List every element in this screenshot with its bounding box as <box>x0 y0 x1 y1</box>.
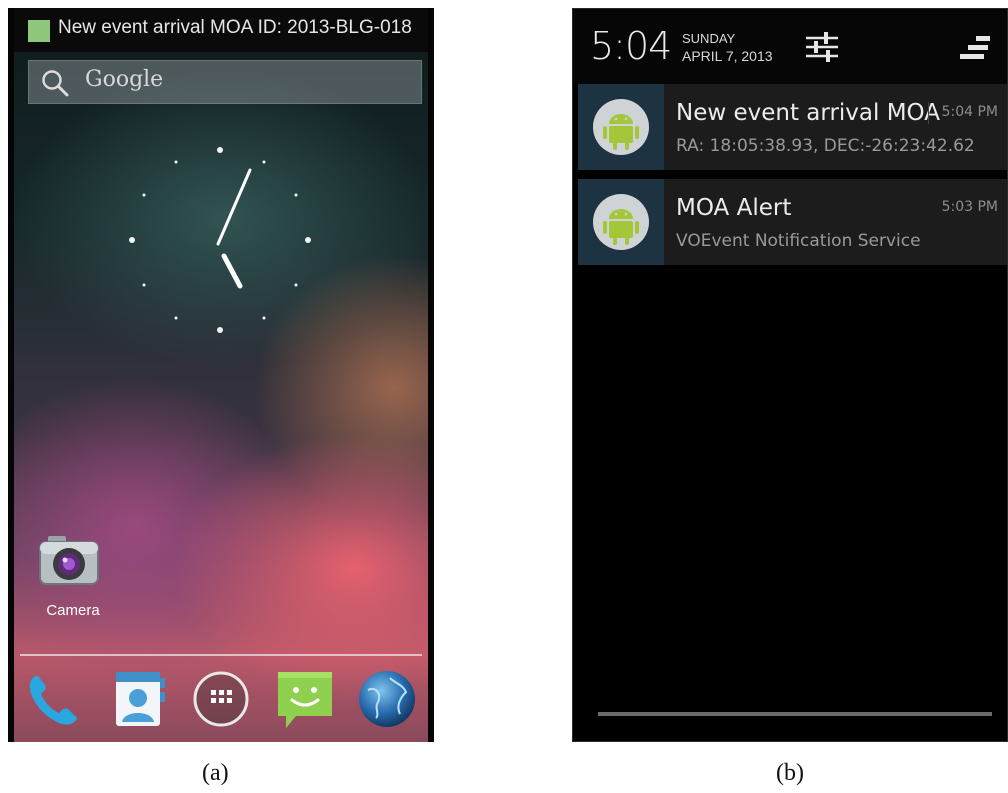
dock-browser-button[interactable] <box>356 668 418 730</box>
status-bar[interactable]: New event arrival MOA ID: 2013-BLG-018 <box>14 8 428 52</box>
clock-marker-12 <box>217 147 223 153</box>
camera-app-shortcut[interactable]: Camera <box>36 530 106 630</box>
dock-contacts-button[interactable] <box>108 668 170 730</box>
clock-marker-3 <box>305 237 311 243</box>
clock-marker-10 <box>142 193 146 197</box>
phone-frame <box>572 8 1008 742</box>
panel-a-caption: (a) <box>202 760 229 786</box>
status-bar-notification-text: New event arrival MOA ID: 2013-BLG-018 <box>58 17 412 38</box>
messaging-icon <box>278 672 332 728</box>
search-bar-label: Google <box>85 67 164 92</box>
camera-icon <box>39 536 99 585</box>
camera-app-label: Camera <box>46 602 100 619</box>
clock-marker-9 <box>129 237 135 243</box>
dock-phone-button[interactable] <box>22 668 84 730</box>
search-icon <box>42 70 69 97</box>
google-search-bar[interactable]: Google <box>28 60 422 104</box>
home-screen-phone: New event arrival MOA ID: 2013-BLG-018 G… <box>8 8 434 742</box>
clock-minute-hand <box>216 168 252 246</box>
dock-divider <box>20 654 422 656</box>
clock-marker-4 <box>294 283 298 287</box>
contacts-icon <box>116 672 165 726</box>
clock-hour-hand <box>221 253 243 289</box>
home-screen: New event arrival MOA ID: 2013-BLG-018 G… <box>14 8 428 742</box>
notification-app-icon <box>28 20 50 42</box>
panel-b-caption: (b) <box>776 760 804 786</box>
notification-shade-phone: 5:04 SUNDAY APRIL 7, 2013 New event arri… <box>572 8 1008 742</box>
clock-marker-8 <box>142 283 146 287</box>
dock-app-drawer-button[interactable] <box>190 668 252 730</box>
browser-globe-icon <box>359 671 415 727</box>
app-drawer-icon <box>193 671 249 727</box>
clock-marker-11 <box>174 160 178 164</box>
clock-marker-6 <box>217 327 223 333</box>
clock-marker-7 <box>174 316 178 320</box>
clock-marker-2 <box>294 193 298 197</box>
clock-marker-5 <box>262 316 266 320</box>
clock-marker-1 <box>262 160 266 164</box>
analog-clock-widget[interactable] <box>120 138 320 338</box>
phone-icon <box>29 676 77 725</box>
dock-messaging-button[interactable] <box>274 668 336 730</box>
